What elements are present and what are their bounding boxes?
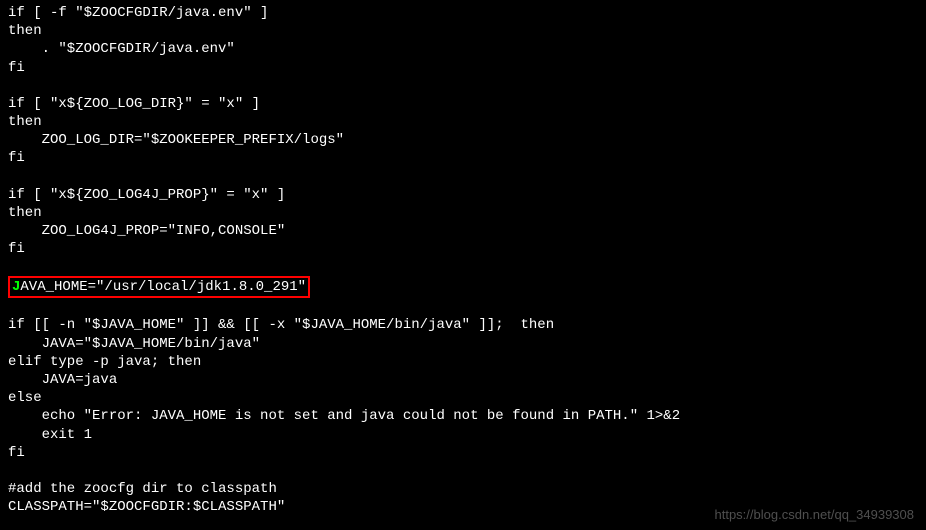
code-line: fi [8,240,918,258]
code-line [8,77,918,95]
code-line [8,258,918,276]
code-line: . "$ZOOCFGDIR/java.env" [8,40,918,58]
code-line: echo "Error: JAVA_HOME is not set and ja… [8,407,918,425]
code-line: if [ -f "$ZOOCFGDIR/java.env" ] [8,4,918,22]
code-line: exit 1 [8,426,918,444]
code-line: elif type -p java; then [8,353,918,371]
watermark-text: https://blog.csdn.net/qq_34939308 [715,507,915,524]
code-line: then [8,113,918,131]
code-line: #add the zoocfg dir to classpath [8,480,918,498]
code-line: then [8,204,918,222]
code-line [8,462,918,480]
code-line: if [[ -n "$JAVA_HOME" ]] && [[ -x "$JAVA… [8,316,918,334]
code-line: fi [8,59,918,77]
code-line: ZOO_LOG4J_PROP="INFO,CONSOLE" [8,222,918,240]
code-line: JAVA="$JAVA_HOME/bin/java" [8,335,918,353]
code-line: then [8,22,918,40]
code-line [8,168,918,186]
highlight-box: JAVA_HOME="/usr/local/jdk1.8.0_291" [8,276,310,298]
code-line: fi [8,149,918,167]
code-line: ZOO_LOG_DIR="$ZOOKEEPER_PREFIX/logs" [8,131,918,149]
highlighted-java-home-line: JAVA_HOME="/usr/local/jdk1.8.0_291" [8,276,918,298]
code-line: JAVA=java [8,371,918,389]
code-line: if [ "x${ZOO_LOG4J_PROP}" = "x" ] [8,186,918,204]
code-line: else [8,389,918,407]
code-line [8,298,918,316]
code-line: if [ "x${ZOO_LOG_DIR}" = "x" ] [8,95,918,113]
code-line: fi [8,444,918,462]
java-home-value: AVA_HOME="/usr/local/jdk1.8.0_291" [20,279,306,295]
